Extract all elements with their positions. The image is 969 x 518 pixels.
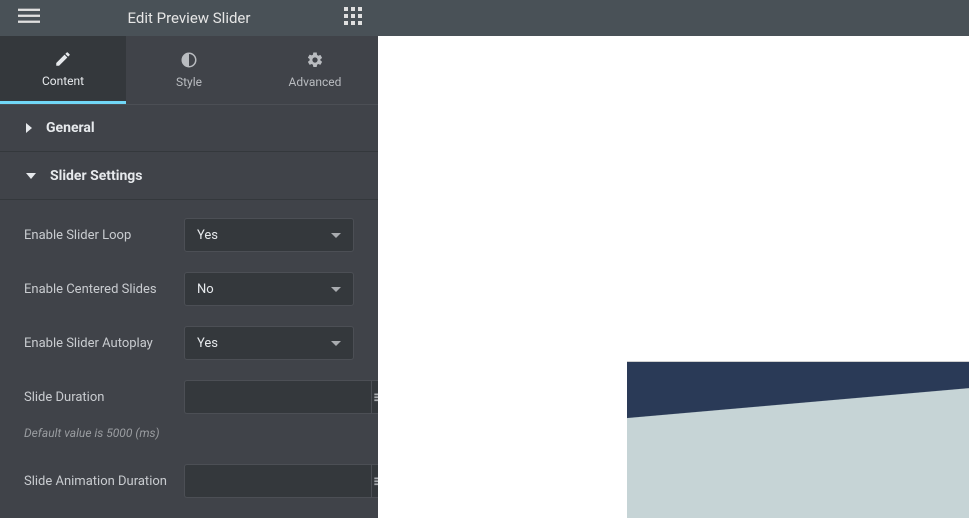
page-title: Edit Preview Slider bbox=[0, 9, 378, 27]
row-anim-duration: Slide Animation Duration bbox=[24, 464, 354, 498]
select-value: No bbox=[197, 282, 214, 297]
input-anim-duration[interactable] bbox=[184, 464, 371, 498]
section-general[interactable]: General bbox=[0, 104, 378, 152]
input-duration[interactable] bbox=[184, 380, 371, 414]
tab-label: Advanced bbox=[289, 75, 342, 89]
main: Content Style Advanced General Slider Se… bbox=[0, 36, 969, 518]
row-duration: Slide Duration bbox=[24, 380, 354, 414]
chevron-down-icon bbox=[331, 233, 341, 238]
section-title: Slider Settings bbox=[50, 168, 142, 184]
section-body: Enable Slider Loop Yes Enable Centered S… bbox=[0, 200, 378, 518]
label-centered: Enable Centered Slides bbox=[24, 282, 184, 297]
contrast-icon bbox=[180, 51, 198, 69]
tab-label: Style bbox=[176, 75, 202, 89]
row-autoplay: Enable Slider Autoplay Yes bbox=[24, 326, 354, 360]
section-slider-settings[interactable]: Slider Settings bbox=[0, 152, 378, 200]
section-title: General bbox=[46, 120, 95, 136]
caret-down-icon bbox=[26, 173, 36, 179]
select-value: Yes bbox=[197, 336, 218, 351]
row-loop: Enable Slider Loop Yes bbox=[24, 218, 354, 252]
pencil-icon bbox=[54, 50, 72, 68]
hint-duration: Default value is 5000 (ms) bbox=[24, 426, 354, 440]
row-centered: Enable Centered Slides No bbox=[24, 272, 354, 306]
input-duration-group bbox=[184, 380, 354, 414]
label-loop: Enable Slider Loop bbox=[24, 228, 184, 243]
label-anim-duration: Slide Animation Duration bbox=[24, 474, 184, 489]
tab-content[interactable]: Content bbox=[0, 36, 126, 104]
select-value: Yes bbox=[197, 228, 218, 243]
tabs: Content Style Advanced bbox=[0, 36, 378, 104]
tab-style[interactable]: Style bbox=[126, 36, 252, 104]
chevron-down-icon bbox=[331, 341, 341, 346]
select-centered[interactable]: No bbox=[184, 272, 354, 306]
apps-grid-icon[interactable] bbox=[344, 7, 362, 29]
preview-image bbox=[627, 361, 969, 518]
select-loop[interactable]: Yes bbox=[184, 218, 354, 252]
label-autoplay: Enable Slider Autoplay bbox=[24, 336, 184, 351]
topbar: Edit Preview Slider bbox=[0, 0, 969, 36]
dynamic-icon[interactable] bbox=[371, 380, 378, 414]
caret-right-icon bbox=[26, 123, 32, 133]
dynamic-icon[interactable] bbox=[371, 464, 378, 498]
preview-area bbox=[378, 36, 969, 518]
tab-label: Content bbox=[42, 74, 84, 88]
sidebar: Content Style Advanced General Slider Se… bbox=[0, 36, 378, 518]
select-autoplay[interactable]: Yes bbox=[184, 326, 354, 360]
chevron-down-icon bbox=[331, 287, 341, 292]
tab-advanced[interactable]: Advanced bbox=[252, 36, 378, 104]
gear-icon bbox=[306, 51, 324, 69]
input-anim-duration-group bbox=[184, 464, 354, 498]
label-duration: Slide Duration bbox=[24, 390, 184, 405]
